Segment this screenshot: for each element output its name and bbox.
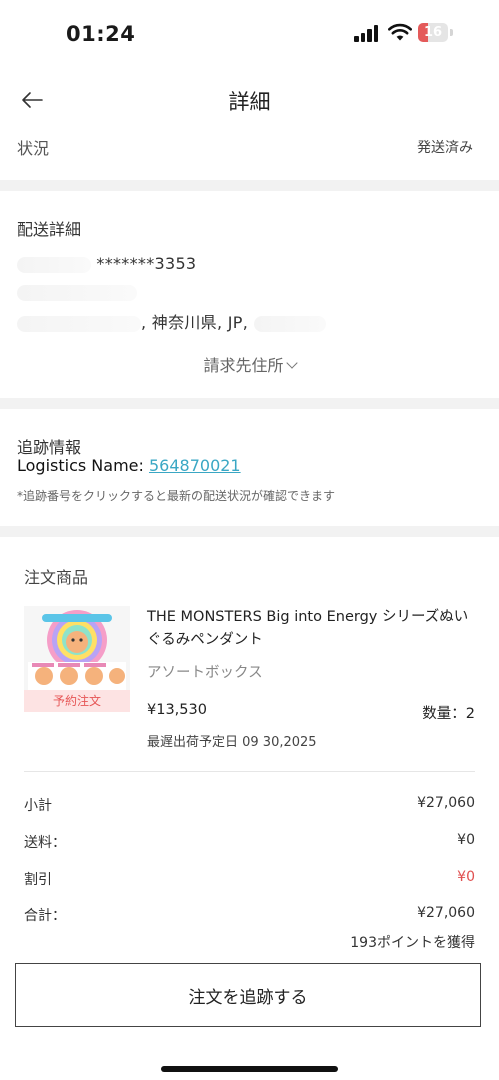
battery-percent: 16 [423, 25, 443, 40]
status-label: 状況 [17, 139, 50, 158]
status-value: 発送済み [417, 140, 473, 156]
tracking-number-link[interactable]: 564870021 [149, 456, 241, 475]
divider-line [24, 771, 475, 772]
subtotal-label: 小計 [24, 798, 52, 814]
nav-header: 詳細 [0, 66, 499, 134]
logistics-row: Logistics Name: 564870021 [17, 456, 241, 475]
shipping-value: ¥0 [457, 832, 475, 848]
battery-icon: 16 [418, 23, 448, 42]
shipping-label: 送料： [24, 835, 66, 851]
discount-value: ¥0 [457, 869, 475, 885]
redacted-text [17, 315, 141, 332]
order-items-title: 注文商品 [24, 568, 89, 587]
wifi-icon [388, 23, 412, 41]
redacted-text [17, 256, 91, 273]
product-price: ¥13,530 [147, 702, 207, 718]
order-status-row: 状況 発送済み [0, 134, 499, 180]
total-row: 合計： ¥27,060 [24, 905, 475, 927]
latest-ship-date: 最遅出荷予定日 09 30,2025 [147, 735, 317, 750]
status-bar: 01:24 16 [0, 0, 499, 66]
product-variant: アソートボックス [147, 665, 263, 681]
billing-address-toggle[interactable]: 請求先住所 [0, 352, 499, 376]
total-label: 合計： [24, 908, 66, 924]
total-value: ¥27,060 [417, 905, 475, 921]
home-indicator [161, 1066, 338, 1072]
delivery-title: 配送詳細 [17, 220, 82, 239]
section-divider [0, 180, 499, 191]
discount-label: 割引 [24, 872, 52, 888]
product-photo [24, 606, 130, 690]
redacted-text [17, 284, 137, 301]
battery-tip [450, 29, 453, 36]
section-divider [0, 526, 499, 537]
subtotal-row: 小計 ¥27,060 [24, 795, 475, 817]
address-visible: , 神奈川県, JP, [141, 313, 249, 332]
delivery-address-line: , 神奈川県, JP, [17, 309, 326, 333]
phone-suffix: *******3353 [96, 254, 197, 273]
delivery-name-line [17, 282, 137, 301]
track-order-button[interactable]: 注文を追跡する [15, 963, 481, 1027]
cellular-signal-icon [354, 25, 380, 42]
discount-row: 割引 ¥0 [24, 869, 475, 891]
chevron-down-icon [285, 357, 298, 369]
redacted-text [253, 315, 326, 332]
section-divider [0, 398, 499, 409]
product-name[interactable]: THE MONSTERS Big into Energy シリーズぬいぐるみペン… [147, 606, 477, 652]
shipping-row: 送料： ¥0 [24, 832, 475, 854]
tracking-title: 追跡情報 [17, 438, 82, 457]
page-title: 詳細 [228, 90, 271, 114]
subtotal-value: ¥27,060 [417, 795, 475, 811]
tracking-note: *追跡番号をクリックすると最新の配送状況が確認できます [17, 489, 336, 503]
preorder-badge: 予約注文 [24, 690, 130, 712]
billing-toggle-label: 請求先住所 [203, 356, 284, 375]
delivery-phone: *******3353 [17, 254, 196, 273]
product-image[interactable]: 予約注文 [24, 606, 130, 712]
logistics-label: Logistics Name: [17, 456, 149, 475]
points-earned: 193ポイントを獲得 [350, 935, 475, 951]
status-time: 01:24 [66, 22, 136, 46]
product-quantity: 数量：2 [422, 706, 475, 722]
